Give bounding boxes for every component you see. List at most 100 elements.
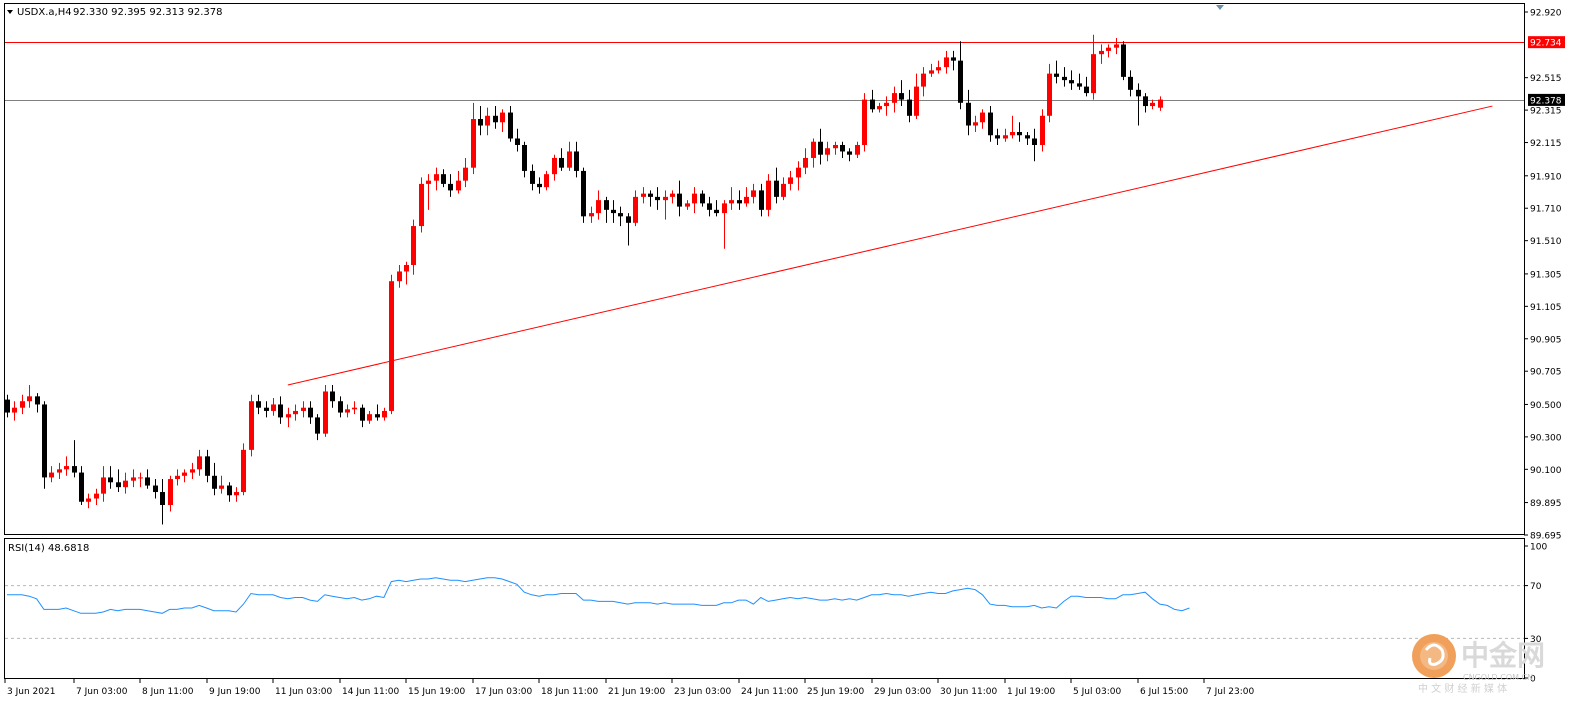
price-tick-label: 89.895	[1530, 499, 1562, 509]
candle-body	[94, 493, 99, 499]
candle-body	[677, 193, 682, 207]
chart-window[interactable]: USDX.a,H4 92.330 92.395 92.313 92.378 RS…	[0, 0, 1583, 712]
candle	[389, 274, 394, 415]
time-tick-label: 18 Jun 11:00	[541, 687, 598, 697]
candle-body	[722, 203, 727, 214]
candle-body	[1114, 44, 1119, 48]
candle-body	[641, 193, 646, 197]
candle-body	[907, 99, 912, 116]
candle-body	[729, 200, 734, 204]
candle-body	[57, 469, 62, 473]
candle-body	[966, 102, 971, 126]
watermark-domain: CNGOLD.COM.CN	[1463, 673, 1533, 682]
candle-body	[670, 193, 675, 197]
candle-body	[249, 401, 254, 450]
candle-body	[448, 183, 453, 191]
time-tick-label: 9 Jun 19:00	[209, 687, 261, 697]
rsi-tick-label: 70	[1530, 582, 1542, 592]
candle-body	[352, 407, 357, 410]
candle-body	[397, 271, 402, 282]
candle-body	[574, 151, 579, 171]
ohlc-readout: 92.330 92.395 92.313 92.378	[73, 7, 223, 18]
candle-body	[707, 203, 712, 210]
chart-canvas[interactable]: USDX.a,H4 92.330 92.395 92.313 92.378 RS…	[0, 0, 1583, 712]
candle-body	[1003, 135, 1008, 139]
candle-body	[884, 102, 889, 107]
candle-body	[855, 144, 860, 155]
candle-body	[234, 492, 239, 496]
candle-body	[818, 141, 823, 155]
candle-body	[219, 485, 224, 489]
candle-body	[559, 157, 564, 168]
candle-body	[685, 203, 690, 207]
candle-body	[714, 209, 719, 214]
candle-body	[301, 407, 306, 411]
time-tick-label: 3 Jun 2021	[7, 687, 55, 697]
candle-body	[64, 466, 69, 470]
candle-body	[160, 492, 165, 505]
candle-body	[205, 456, 210, 476]
candle-body	[788, 177, 793, 184]
candle-body	[168, 479, 173, 505]
candle	[249, 394, 254, 457]
rsi-label: RSI(14) 48.6818	[8, 543, 89, 554]
candle-body	[471, 119, 476, 168]
candle-body	[123, 480, 128, 488]
candle-body	[86, 498, 91, 502]
candle-body	[530, 170, 535, 184]
candle-body	[256, 401, 261, 408]
time-tick-label: 29 Jun 03:00	[874, 687, 931, 697]
candle-body	[463, 167, 468, 181]
candle-body	[1136, 89, 1141, 97]
candle-body	[766, 180, 771, 210]
candle-body	[847, 151, 852, 155]
candle-body	[796, 167, 801, 178]
candle-body	[5, 399, 10, 413]
candle-body	[1084, 86, 1089, 94]
resistance-price-marker: 92.734	[1530, 39, 1562, 49]
background	[0, 0, 1583, 712]
candle-body	[833, 144, 838, 149]
time-tick-label: 17 Jun 03:00	[475, 687, 532, 697]
price-tick-label: 92.920	[1530, 9, 1562, 19]
candle-body	[315, 417, 320, 434]
candle-body	[618, 213, 623, 217]
candle-body	[751, 190, 756, 197]
time-tick-label: 21 Jun 19:00	[608, 687, 665, 697]
candle-body	[338, 401, 343, 413]
candle-body	[1047, 73, 1052, 116]
candle	[241, 443, 246, 496]
candle-body	[803, 157, 808, 168]
candle	[419, 177, 424, 233]
candle-body	[441, 174, 446, 184]
candle-body	[1040, 115, 1045, 145]
price-tick-label: 91.910	[1530, 172, 1562, 182]
candle-body	[375, 414, 380, 418]
candle-body	[330, 391, 335, 402]
time-tick-label: 6 Jul 15:00	[1140, 687, 1189, 697]
candle-body	[877, 106, 882, 110]
price-tick-label: 92.315	[1530, 107, 1562, 117]
candle-body	[500, 112, 505, 123]
time-tick-label: 11 Jun 03:00	[275, 687, 332, 697]
candle-body	[1054, 73, 1059, 77]
candle-body	[212, 475, 217, 489]
candle-body	[1158, 99, 1163, 108]
candle-body	[382, 410, 387, 418]
candle-body	[264, 407, 269, 411]
candle-body	[944, 57, 949, 68]
candle-body	[781, 183, 786, 197]
candle-body	[508, 112, 513, 139]
candle-body	[744, 196, 749, 204]
candle-body	[611, 209, 616, 214]
price-tick-label: 92.115	[1530, 139, 1562, 149]
time-tick-label: 25 Jun 19:00	[807, 687, 864, 697]
candle	[1121, 41, 1126, 81]
candle-body	[360, 407, 365, 421]
candle-body	[537, 183, 542, 188]
candle-body	[1150, 102, 1155, 107]
candle-body	[197, 456, 202, 470]
candle-body	[552, 157, 557, 175]
candle-body	[1106, 47, 1111, 51]
current-price-marker: 92.378	[1530, 96, 1562, 106]
